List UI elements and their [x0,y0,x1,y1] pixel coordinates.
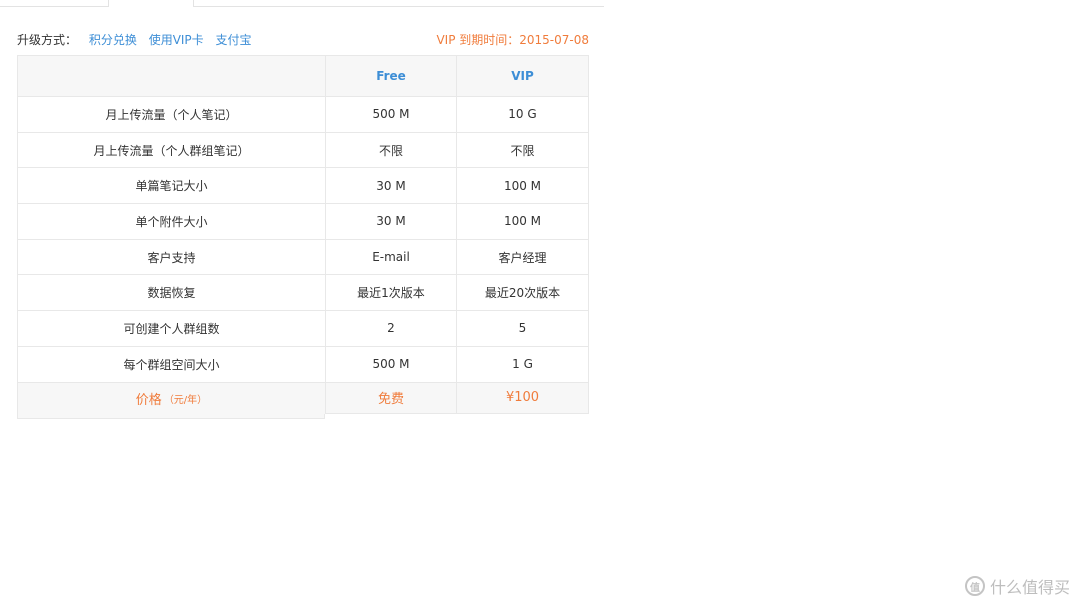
points-exchange-link[interactable]: 积分兑换 [89,33,137,47]
free-price: 免费 [325,382,456,414]
page: 升级方式： 积分兑换 使用VIP卡 支付宝 VIP 到期时间：2015-07-0… [0,0,1080,608]
free-value: 500 M [325,346,456,382]
watermark-text: 什么值得买 [989,578,1070,597]
upgrade-bar: 升级方式： 积分兑换 使用VIP卡 支付宝 VIP 到期时间：2015-07-0… [17,30,589,50]
vip-card-link[interactable]: 使用VIP卡 [149,33,204,47]
feature-name: 客户支持 [17,239,325,275]
vip-value: 5 [456,311,589,346]
tab-strip [0,0,604,7]
free-value: 500 M [325,97,456,132]
table-row: 月上传流量（个人笔记） 500 M 10 G [17,97,589,133]
vip-value: 客户经理 [456,239,589,275]
vip-value: 不限 [456,132,589,168]
free-value: 2 [325,311,456,346]
free-value: 不限 [325,132,456,168]
header-feature [17,56,325,96]
feature-name: 月上传流量（个人笔记） [17,97,325,132]
vip-expiry-date: VIP 到期时间：2015-07-08 [436,33,589,47]
active-tab[interactable] [108,0,194,7]
free-value: 30 M [325,204,456,239]
table-header: Free VIP [17,55,589,97]
upgrade-label: 升级方式： [17,33,78,47]
free-value: E-mail [325,239,456,275]
feature-name: 单篇笔记大小 [17,168,325,204]
free-value: 30 M [325,168,456,204]
feature-name: 每个群组空间大小 [17,346,325,382]
price-label-extension [17,413,325,419]
table-row: 数据恢复 最近1次版本 最近20次版本 [17,275,589,312]
table-row: 单篇笔记大小 30 M 100 M [17,168,589,205]
feature-name: 可创建个人群组数 [17,311,325,346]
table-row: 客户支持 E-mail 客户经理 [17,239,589,276]
table-row: 每个群组空间大小 500 M 1 G [17,346,589,383]
table-row: 月上传流量（个人群组笔记） 不限 不限 [17,132,589,169]
alipay-link[interactable]: 支付宝 [216,33,252,47]
table-row: 可创建个人群组数 2 5 [17,311,589,347]
watermark-logo-icon: 值 [964,576,985,596]
vip-value: 10 G [456,97,589,132]
feature-name: 单个附件大小 [17,204,325,239]
price-label: 价格 [135,392,162,408]
vip-value: 最近20次版本 [456,275,589,311]
free-value: 最近1次版本 [325,275,456,311]
vip-price: ¥100 [456,382,589,414]
watermark: 值 什么值得买 [964,574,1070,598]
header-free: Free [325,56,456,96]
price-row: 价格 （元/年） 免费 ¥100 [17,382,589,414]
feature-name: 月上传流量（个人群组笔记） [17,132,325,168]
plan-comparison-table: Free VIP 月上传流量（个人笔记） 500 M 10 G 月上传流量（个人… [17,55,589,419]
table-row: 单个附件大小 30 M 100 M [17,204,589,240]
header-vip: VIP [456,56,589,96]
price-label-cell: 价格 （元/年） [17,382,325,414]
vip-value: 100 M [456,204,589,239]
vip-value: 1 G [456,346,589,382]
vip-value: 100 M [456,168,589,204]
price-unit: （元/年） [163,394,208,406]
feature-name: 数据恢复 [17,275,325,311]
